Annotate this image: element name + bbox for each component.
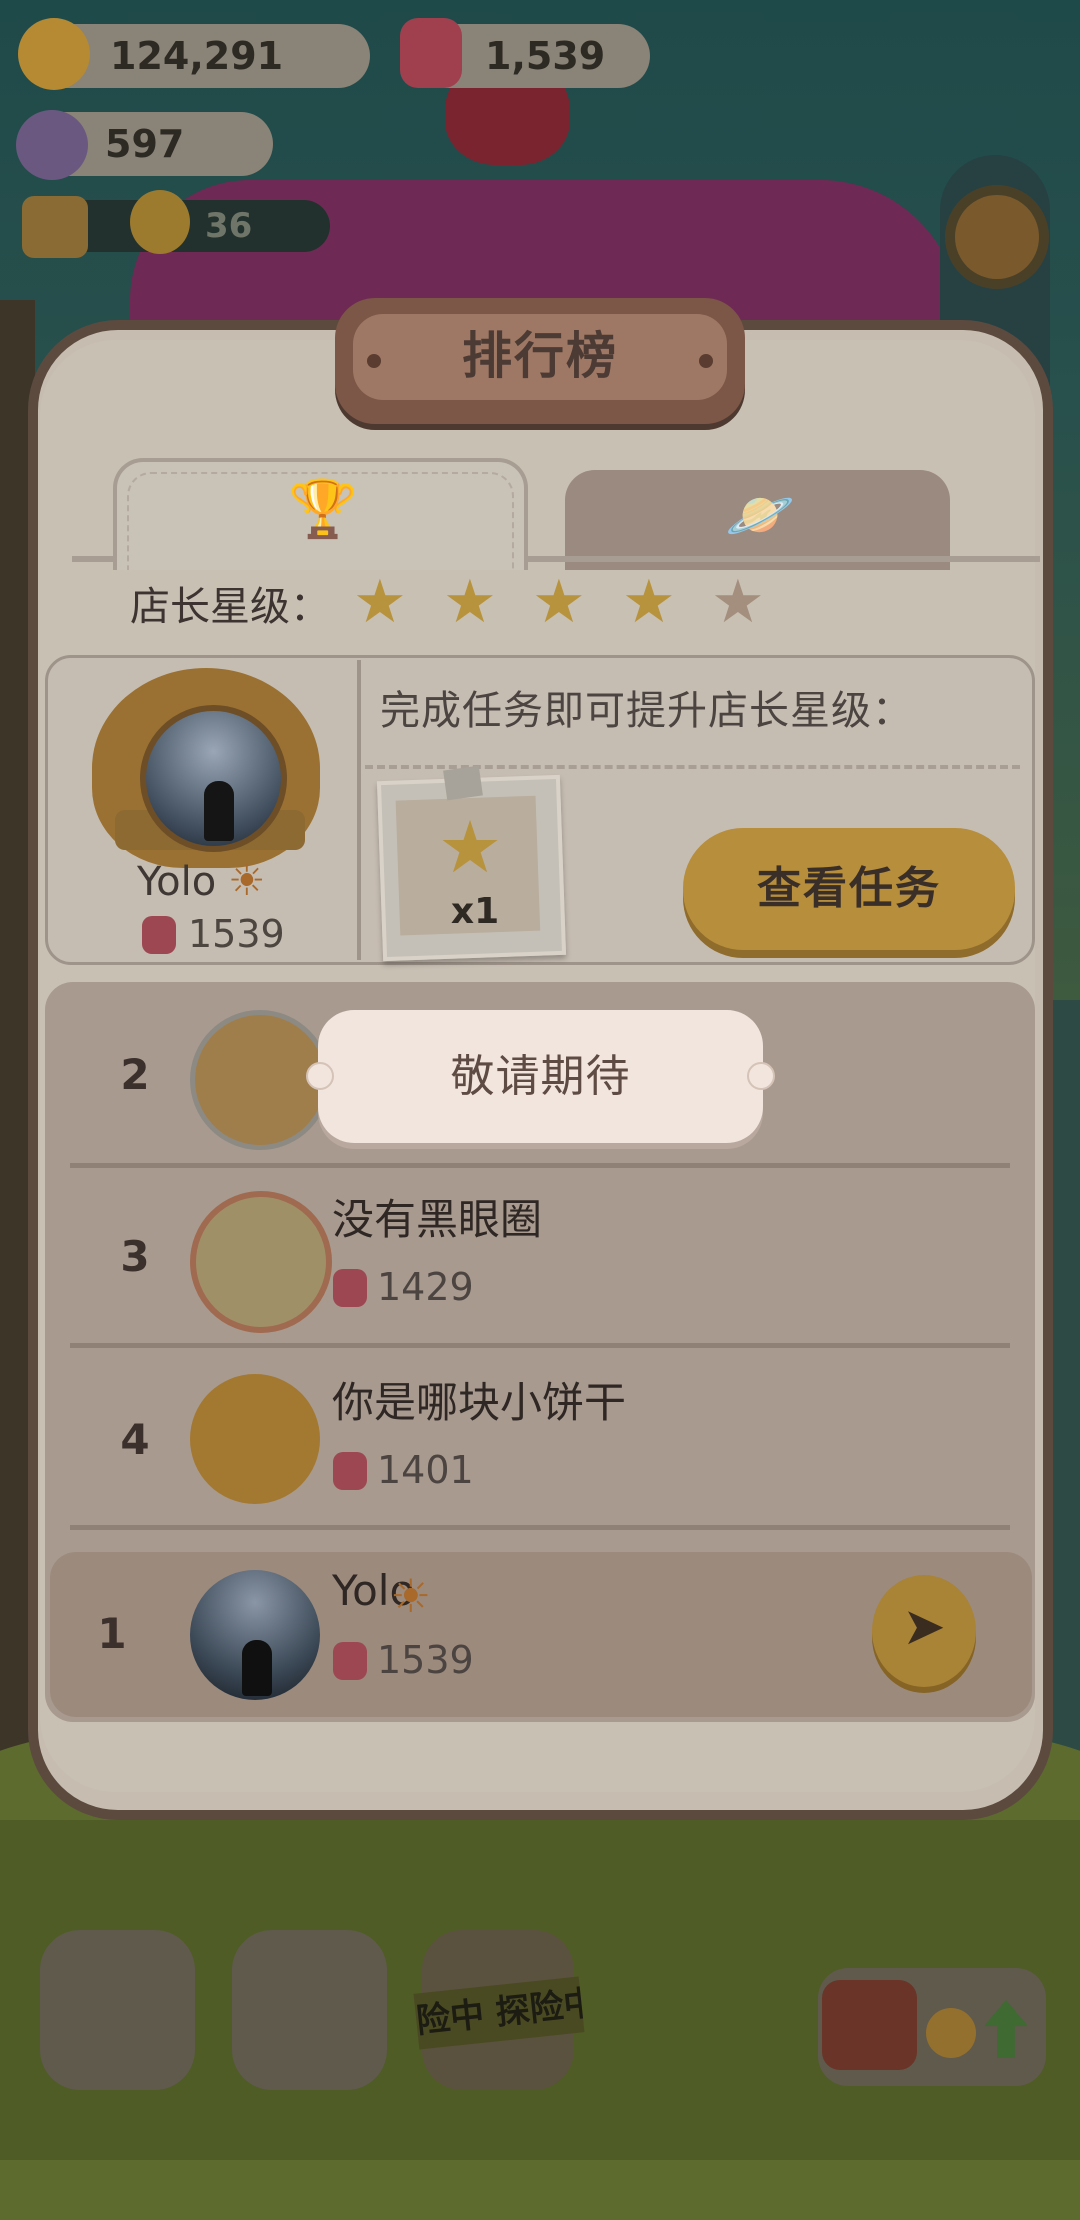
view-task-button[interactable]: 查看任务 xyxy=(683,828,1015,950)
divider xyxy=(70,1343,1010,1348)
cookie-coin-icon xyxy=(18,18,90,90)
megaphone-icon[interactable] xyxy=(22,196,88,258)
avatar xyxy=(190,1374,320,1504)
paper-plane-icon: ➤ xyxy=(902,1597,946,1657)
exploring-tape: 险中 探险中 xyxy=(413,1976,585,2050)
cookie-coin-icon xyxy=(926,2008,976,2058)
list-item[interactable]: 3 没有黑眼圈 1429 xyxy=(45,1167,1035,1347)
pink-jelly-icon xyxy=(333,1269,367,1307)
list-item[interactable]: 4 你是哪块小饼干 1401 xyxy=(45,1350,1035,1530)
sun-icon: ☀ xyxy=(390,1569,432,1623)
view-task-label: 查看任务 xyxy=(757,863,941,914)
pink-jelly-icon xyxy=(142,916,176,954)
person-silhouette xyxy=(204,781,234,841)
person-silhouette xyxy=(242,1640,272,1696)
star-icon: ★ xyxy=(437,805,503,889)
trophy-icon: 🏆 xyxy=(288,477,358,542)
hotel-button[interactable] xyxy=(40,1930,195,2090)
tape-icon xyxy=(443,765,483,801)
explore-button[interactable]: 险中 探险中 xyxy=(413,1930,585,2090)
player-name: 你是哪块小饼干 xyxy=(332,1378,627,1427)
rank-number: 2 xyxy=(120,1050,150,1099)
empty-star-icon: ★ xyxy=(711,567,765,637)
page-title: 排行榜 xyxy=(462,327,618,385)
star-rating-label: 店长星级： xyxy=(130,584,330,630)
coming-soon-label: 敬请期待 xyxy=(450,1051,631,1102)
divider xyxy=(70,1525,1010,1530)
player-score: 1429 xyxy=(377,1265,474,1309)
player-score: 1401 xyxy=(377,1448,474,1492)
star-icon: ★ xyxy=(622,567,676,637)
avatar xyxy=(190,1570,320,1700)
task-hint: 完成任务即可提升店长星级： xyxy=(380,688,913,734)
tab-planet[interactable]: 🪐 xyxy=(565,470,950,570)
rank-number: 3 xyxy=(120,1232,150,1281)
gear-icon[interactable] xyxy=(955,195,1039,279)
avatar[interactable] xyxy=(140,705,287,852)
star-icon: ★ xyxy=(353,567,407,637)
player-name: 没有黑眼圈 xyxy=(332,1195,543,1244)
diary-button[interactable] xyxy=(232,1930,387,2090)
visitor-count: 36 xyxy=(205,206,253,246)
sun-icon: ☀ xyxy=(228,856,266,905)
player-score: 1539 xyxy=(377,1638,474,1682)
title-plate: 排行榜 xyxy=(335,298,745,424)
rank-number: 1 xyxy=(97,1609,127,1658)
star-icon: ★ xyxy=(443,567,497,637)
tab-ranking[interactable]: 🏆 xyxy=(113,458,528,570)
rank-number: 4 xyxy=(120,1415,150,1464)
pink-jelly-icon xyxy=(333,1452,367,1490)
pink-jelly-icon xyxy=(400,18,462,88)
pink-jelly-icon xyxy=(333,1642,367,1680)
star-icon: ★ xyxy=(532,567,586,637)
task-reward-count: x1 xyxy=(450,891,500,932)
avatar xyxy=(190,1191,332,1333)
visitor-face-icon xyxy=(130,190,190,254)
player-score: 1539 xyxy=(188,912,285,956)
share-button[interactable]: ➤ xyxy=(872,1575,976,1687)
coming-soon-tooltip: 敬请期待 xyxy=(306,1010,775,1143)
planet-icon: 🪐 xyxy=(725,483,795,548)
tv-icon xyxy=(822,1980,917,2070)
divider xyxy=(357,660,361,960)
candy-ticket-icon xyxy=(16,110,88,180)
player-name: Yolo xyxy=(137,859,217,905)
